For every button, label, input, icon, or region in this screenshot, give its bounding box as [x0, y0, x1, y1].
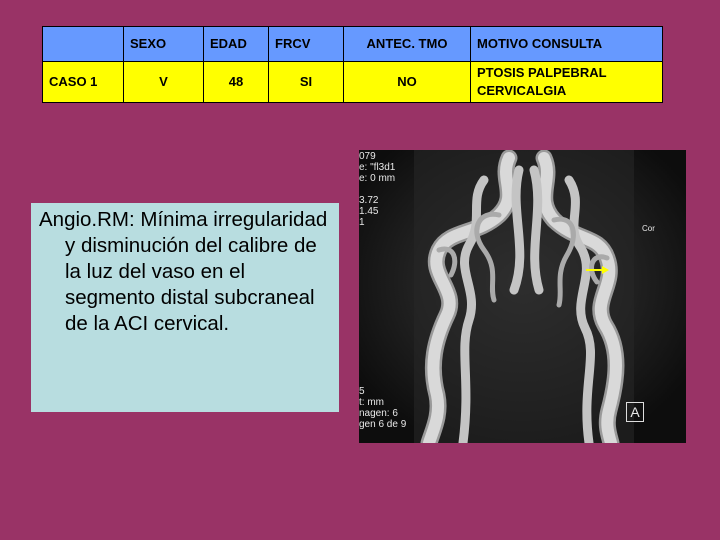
view-corner-label: A: [626, 402, 644, 422]
motivo-line-1: PTOSIS PALPEBRAL: [477, 65, 607, 81]
overlay-line: 5: [359, 386, 365, 397]
angio-mri-image: 079 e: "fl3d1 e: 0 mm 3.72 1.45 1 5 t: m…: [359, 150, 686, 443]
header-cell-frcv: FRCV: [268, 26, 344, 62]
overlay-line: 1: [359, 217, 365, 228]
overlay-line: gen 6 de 9: [359, 419, 407, 430]
header-cell-empty: [42, 26, 124, 62]
cell-case: CASO 1: [42, 61, 124, 103]
table-header-row: SEXO EDAD FRCV ANTEC. TMO MOTIVO CONSULT…: [42, 26, 663, 62]
overlay-line: 079: [359, 151, 376, 162]
cell-antec: NO: [343, 61, 471, 103]
cell-sexo: V: [123, 61, 204, 103]
header-cell-sexo: SEXO: [123, 26, 204, 62]
overlay-line: [359, 184, 395, 195]
overlay-line: e: 0 mm: [359, 173, 396, 184]
caption-text: Angio.RM: Mínima irregularidad y disminu…: [39, 208, 328, 335]
orientation-label: Cor: [642, 224, 655, 233]
cell-edad: 48: [203, 61, 269, 103]
overlay-line: 3.72: [359, 195, 379, 206]
table-row: CASO 1 V 48 SI NO PTOSIS PALPEBRAL CERVI…: [42, 61, 663, 103]
overlay-line: t: mm: [359, 397, 384, 408]
case-table: SEXO EDAD FRCV ANTEC. TMO MOTIVO CONSULT…: [42, 26, 663, 103]
cell-motivo: PTOSIS PALPEBRAL CERVICALGIA: [470, 61, 663, 103]
cell-frcv: SI: [268, 61, 344, 103]
mri-vessels-graphic: [359, 150, 686, 443]
caption-box: Angio.RM: Mínima irregularidad y disminu…: [31, 203, 339, 412]
overlay-line: 1.45: [359, 206, 379, 217]
scan-info-overlay: 079 e: "fl3d1 e: 0 mm 3.72 1.45 1: [359, 151, 395, 228]
scan-info-overlay-bottom: 5 t: mm nagen: 6 gen 6 de 9: [359, 386, 406, 430]
header-cell-motivo: MOTIVO CONSULTA: [470, 26, 663, 62]
motivo-line-2: CERVICALGIA: [477, 83, 567, 98]
overlay-line: e: "fl3d1: [359, 162, 396, 173]
header-cell-edad: EDAD: [203, 26, 269, 62]
overlay-line: nagen: 6: [359, 408, 398, 419]
header-cell-antec: ANTEC. TMO: [343, 26, 471, 62]
